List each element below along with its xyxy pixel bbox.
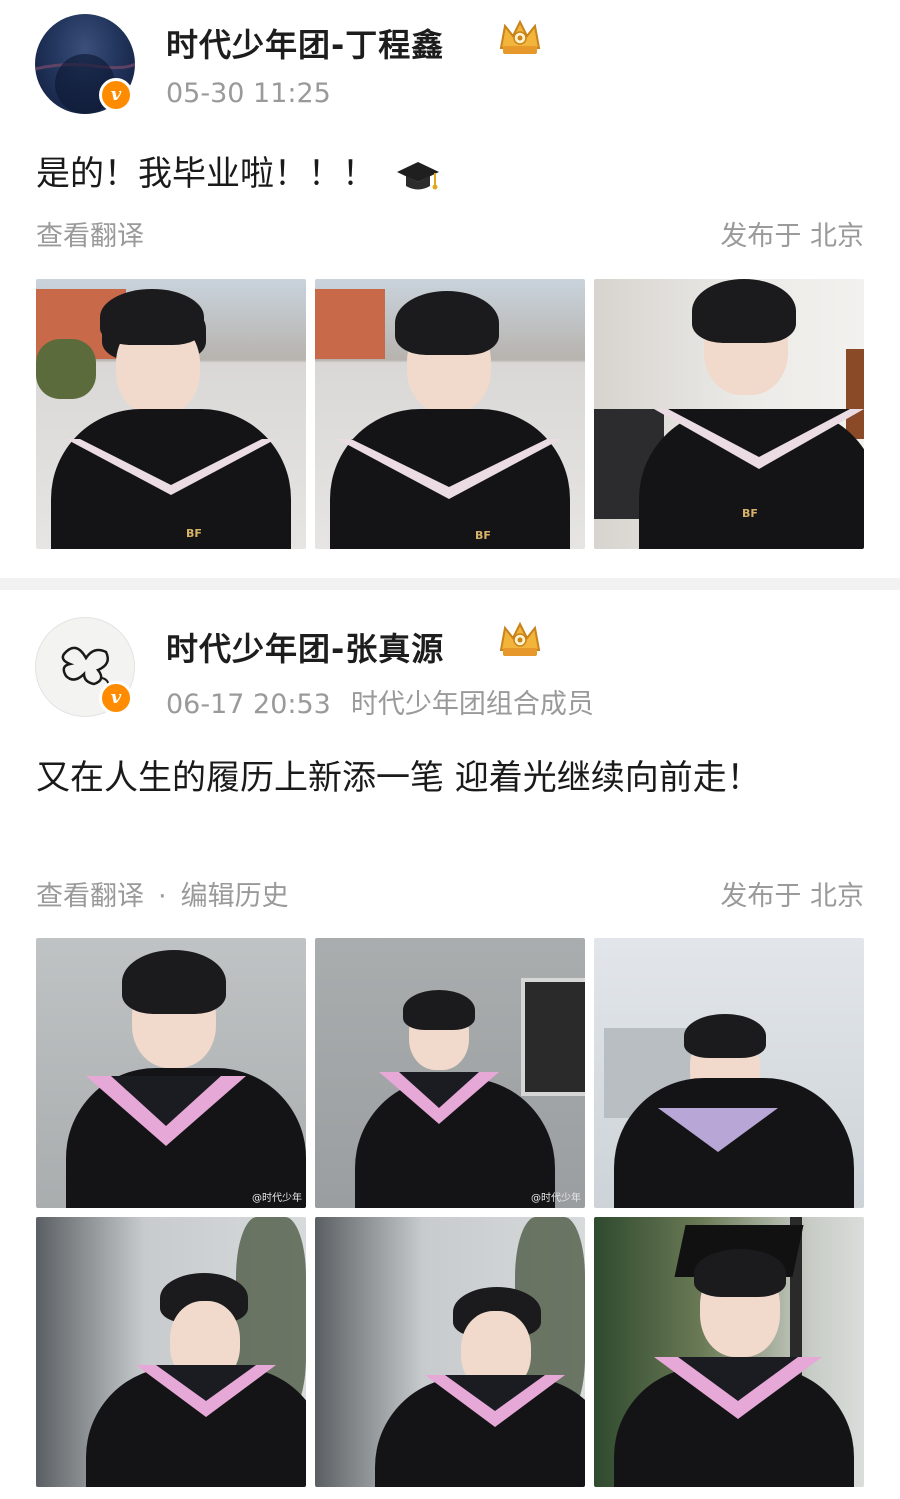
photo-thumbnail[interactable]: @时代少年 <box>36 938 306 1208</box>
photo-thumbnail[interactable]: BF <box>36 279 306 549</box>
avatar[interactable]: v <box>35 14 135 114</box>
post-text-content: 是的！我毕业啦！！！ <box>36 154 376 194</box>
action-separator: · <box>158 881 167 912</box>
avatar[interactable]: v <box>35 617 135 717</box>
photo-thumbnail[interactable] <box>594 1217 864 1487</box>
post-text: 又在人生的履历上新添一笔 迎着光继续向前走！ <box>36 752 866 804</box>
username[interactable]: 时代少年团-张真源 <box>166 624 444 670</box>
post-text-content: 又在人生的履历上新添一笔 迎着光继续向前走！ <box>36 758 761 798</box>
bf-logo: BF <box>475 529 491 542</box>
watermark: @时代少年 <box>531 1193 581 1204</box>
post-separator <box>0 578 900 590</box>
translate-link[interactable]: 查看翻译 <box>36 881 144 912</box>
post-timestamp: 06-17 20:53 <box>166 689 331 720</box>
crown-membership-icon[interactable] <box>497 18 543 58</box>
post-location: 发布于 北京 <box>720 881 864 912</box>
translate-link[interactable]: 查看翻译 <box>36 221 144 252</box>
weibo-post-2: v 时代少年团-张真源 06-17 20:53 时代少年团组合成员 又在人生的履历… <box>0 590 900 1499</box>
graduation-cap-icon <box>396 161 439 189</box>
post-source: 时代少年团组合成员 <box>350 689 594 720</box>
photo-thumbnail[interactable]: BF <box>315 279 585 549</box>
post-location: 发布于 北京 <box>720 221 864 252</box>
bf-logo: BF <box>742 507 758 520</box>
post-actions: 查看翻译 <box>36 214 144 253</box>
post-actions: 查看翻译 · 编辑历史 <box>36 874 289 913</box>
photo-thumbnail[interactable]: @时代少年 <box>315 938 585 1208</box>
weibo-post-1: v 时代少年团-丁程鑫 05-30 11:25 是的！我毕业啦！！！ 查看翻译 … <box>0 0 900 578</box>
photo-thumbnail[interactable] <box>36 1217 306 1487</box>
bf-logo: BF <box>186 527 202 540</box>
watermark: @时代少年 <box>252 1193 302 1204</box>
post-meta: 06-17 20:53 时代少年团组合成员 <box>166 682 594 721</box>
photo-thumbnail[interactable] <box>594 938 864 1208</box>
photo-thumbnail[interactable]: BF <box>594 279 864 549</box>
post-timestamp: 05-30 11:25 <box>166 78 331 109</box>
edit-history-link[interactable]: 编辑历史 <box>181 881 289 912</box>
photo-thumbnail[interactable] <box>315 1217 585 1487</box>
username[interactable]: 时代少年团-丁程鑫 <box>166 20 444 66</box>
verified-badge-icon: v <box>99 681 133 715</box>
verified-badge-icon: v <box>99 78 133 112</box>
post-meta: 05-30 11:25 <box>166 78 331 109</box>
crown-membership-icon[interactable] <box>497 620 543 660</box>
post-text: 是的！我毕业啦！！！ <box>36 148 866 200</box>
